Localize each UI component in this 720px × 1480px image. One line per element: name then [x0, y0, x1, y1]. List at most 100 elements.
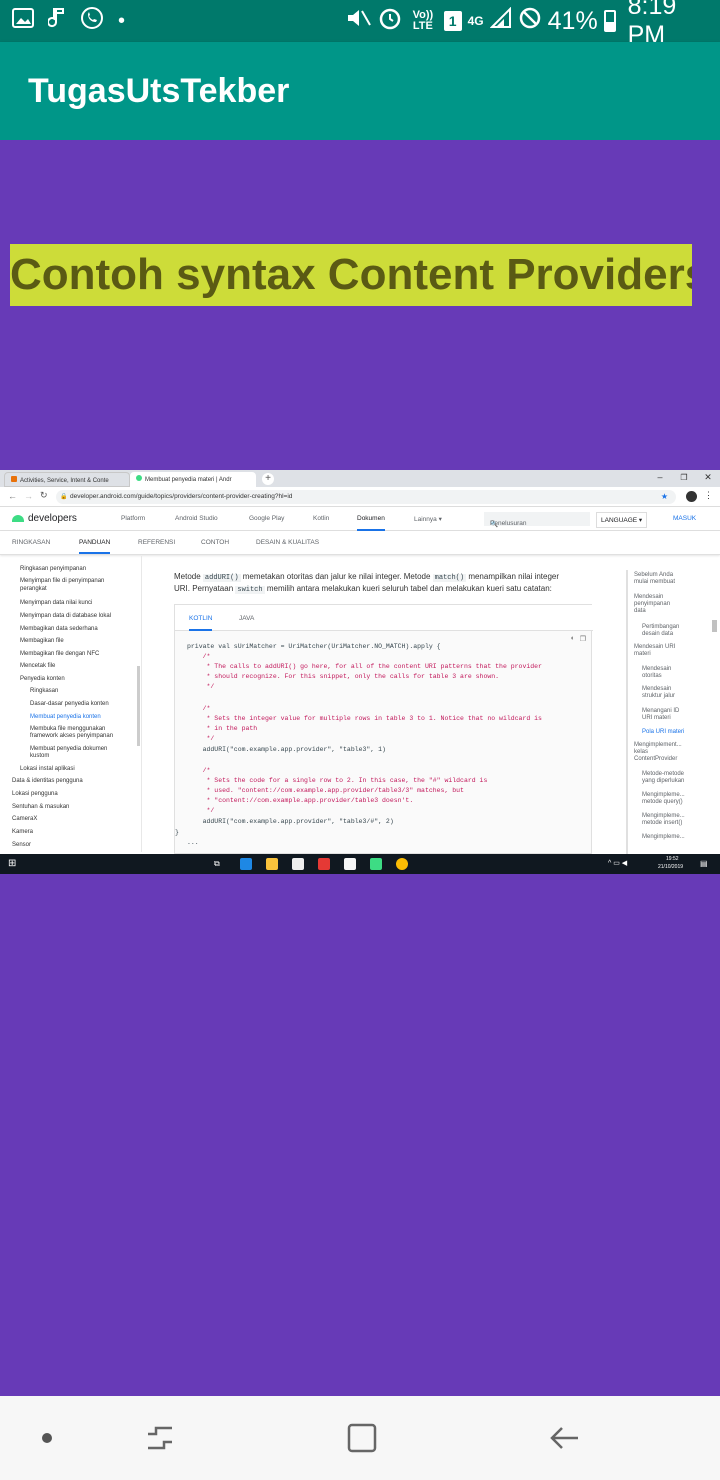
nav-google-play[interactable]: Google Play	[249, 515, 284, 522]
toc-item[interactable]: Mendesain URI materi	[634, 644, 675, 658]
reload-icon[interactable]: ↻	[40, 490, 48, 501]
code-line: /*	[187, 767, 211, 774]
file-explorer-icon[interactable]	[266, 858, 278, 870]
signin-link[interactable]: MASUK	[673, 515, 696, 522]
home-icon[interactable]	[334, 1396, 390, 1480]
left-nav-item[interactable]: CameraX	[12, 816, 37, 823]
star-icon[interactable]: ★	[661, 490, 668, 504]
toc-item[interactable]: Mengimpleme... metode insert()	[642, 813, 685, 827]
app-title: TugasUtsTekber	[28, 72, 290, 110]
subnav-referensi[interactable]: REFERENSI	[138, 539, 175, 546]
toc-item[interactable]: Menangani ID URI materi	[642, 708, 679, 722]
left-nav-item[interactable]: Sentuhan & masukan	[12, 804, 69, 811]
subnav-desain[interactable]: DESAIN & KUALITAS	[256, 539, 319, 546]
left-nav-item[interactable]: kustom	[30, 753, 49, 760]
toc-item-active[interactable]: Pola URI materi	[642, 729, 684, 736]
tab-kotlin[interactable]: KOTLIN	[189, 615, 213, 631]
left-nav-item[interactable]: Data & identitas pengguna	[12, 778, 83, 785]
toc-item[interactable]: Mendesain penyimpanan data	[634, 594, 670, 615]
tab-java[interactable]: JAVA	[239, 615, 254, 622]
system-icons: Vo)) LTE 1 4G 41% 8:19 PM	[346, 0, 720, 49]
toc-item[interactable]: Mengimplement... kelas ContentProvider	[634, 742, 682, 763]
edge-icon[interactable]	[240, 858, 252, 870]
close-icon[interactable]: ✕	[696, 470, 720, 487]
theme-toggle-icon[interactable]: ◐	[571, 635, 575, 642]
mute-icon	[346, 7, 372, 36]
recents-icon[interactable]	[132, 1396, 188, 1480]
toc-item[interactable]: Metode-metode yang diperlukan	[642, 771, 684, 785]
nav-lainnya[interactable]: Lainnya ▾	[414, 515, 442, 523]
dnd-icon	[518, 6, 542, 37]
toc-item[interactable]: Mendesain struktur jalur	[642, 686, 675, 700]
language-select[interactable]: LANGUAGE ▾	[596, 512, 648, 528]
left-nav-item[interactable]: Ringkasan penyimpanan	[20, 566, 86, 573]
paragraph: URI. Pernyataan switch memilih antara me…	[174, 584, 552, 594]
code-line: * should recognize. For this snippet, on…	[187, 673, 500, 680]
left-nav-item[interactable]: Membagikan data sederhana	[20, 626, 98, 633]
toc-item[interactable]: Mengimpleme... metode query()	[642, 792, 685, 806]
toc-item[interactable]: Pertimbangan desain data	[642, 624, 679, 638]
copy-icon[interactable]: ❐	[580, 635, 586, 643]
left-nav-item[interactable]: Menyimpan data nilai kunci	[20, 600, 92, 607]
android-studio-icon[interactable]	[370, 858, 382, 870]
maximize-icon[interactable]: ❐	[672, 470, 696, 487]
dot-icon[interactable]	[20, 1396, 74, 1480]
browser-tab[interactable]: Activities, Service, Intent & Conte	[4, 472, 130, 487]
site-search[interactable]: 🔍 Penelusuran	[484, 512, 590, 528]
left-nav-item[interactable]: Sensor	[12, 842, 31, 849]
left-nav-item[interactable]: Dasar-dasar penyedia konten	[30, 701, 109, 708]
profile-icon[interactable]	[686, 491, 697, 502]
nav-platform[interactable]: Platform	[121, 515, 145, 522]
left-nav-item[interactable]: Membuka file menggunakan	[30, 726, 105, 733]
taskbar-time: 19:52	[666, 856, 679, 862]
code-line: private val sUriMatcher = UriMatcher(Uri…	[187, 643, 441, 650]
left-nav-item[interactable]: Lokasi instal aplikasi	[20, 766, 75, 773]
left-nav-item[interactable]: Menyimpan file di penyimpanan	[20, 578, 104, 585]
left-nav-item-active[interactable]: Membuat penyedia konten	[30, 714, 101, 721]
new-tab-button[interactable]: +	[262, 473, 274, 485]
toc-item[interactable]: Sebelum Anda mulai membuat	[634, 572, 675, 586]
left-nav-item[interactable]: framework akses penyimpanan	[30, 733, 113, 740]
gift-icon[interactable]	[318, 858, 330, 870]
chrome-icon[interactable]	[396, 858, 408, 870]
left-nav-scrollbar[interactable]	[137, 666, 140, 746]
page-scrollbar[interactable]	[712, 620, 717, 632]
toc-item[interactable]: Mendesain otoritas	[642, 666, 671, 680]
nav-android-studio[interactable]: Android Studio	[175, 515, 218, 522]
site-logo[interactable]: developers	[28, 513, 77, 524]
store-icon[interactable]	[292, 858, 304, 870]
back-arrow-icon[interactable]: ←	[8, 491, 17, 501]
left-nav-item[interactable]: Mencetak file	[20, 663, 55, 670]
left-nav-item[interactable]: Lokasi pengguna	[12, 791, 58, 798]
lock-icon: 🔒	[60, 494, 68, 500]
left-nav-item[interactable]: Ringkasan	[30, 688, 58, 695]
back-icon[interactable]	[536, 1396, 592, 1480]
left-nav-item[interactable]: Kamera	[12, 829, 33, 836]
code-line: }	[175, 829, 179, 836]
left-nav-item[interactable]: Membuat penyedia dokumen	[30, 746, 107, 753]
left-nav-item[interactable]: Membagikan file	[20, 638, 64, 645]
site-nav: developers Platform Android Studio Googl…	[0, 507, 720, 531]
left-nav-item[interactable]: Menyimpan data di database lokal	[20, 613, 111, 620]
subnav-ringkasan[interactable]: RINGKASAN	[12, 539, 50, 546]
left-nav-item[interactable]: Membagikan file dengan NFC	[20, 651, 99, 658]
menu-dots-icon[interactable]: ⋮	[704, 490, 713, 501]
code-line: */	[187, 683, 215, 690]
notification-icon[interactable]: ▤	[700, 859, 708, 868]
minimize-icon[interactable]: –	[648, 470, 672, 487]
task-view-icon[interactable]: ⧉	[214, 859, 220, 869]
left-nav-item[interactable]: Penyedia konten	[20, 676, 65, 683]
url-field[interactable]: 🔒 developer.android.com/guide/topics/prov…	[56, 490, 676, 504]
forward-arrow-icon[interactable]: →	[24, 491, 33, 501]
nav-kotlin[interactable]: Kotlin	[313, 515, 329, 522]
mail-icon[interactable]	[344, 858, 356, 870]
browser-tab-active[interactable]: Membuat penyedia materi | Andr	[130, 472, 256, 487]
nav-dokumen[interactable]: Dokumen	[357, 515, 385, 531]
volte-icon: Vo)) LTE	[412, 9, 434, 32]
subnav-contoh[interactable]: CONTOH	[201, 539, 229, 546]
left-nav-item[interactable]: perangkat	[20, 586, 47, 593]
paragraph: Metode addURI() memetakan otoritas dan j…	[174, 572, 560, 582]
toc-item[interactable]: Mengimpleme...	[642, 834, 685, 841]
windows-start-icon[interactable]: ⊞	[8, 858, 16, 869]
subnav-panduan[interactable]: PANDUAN	[79, 539, 111, 554]
